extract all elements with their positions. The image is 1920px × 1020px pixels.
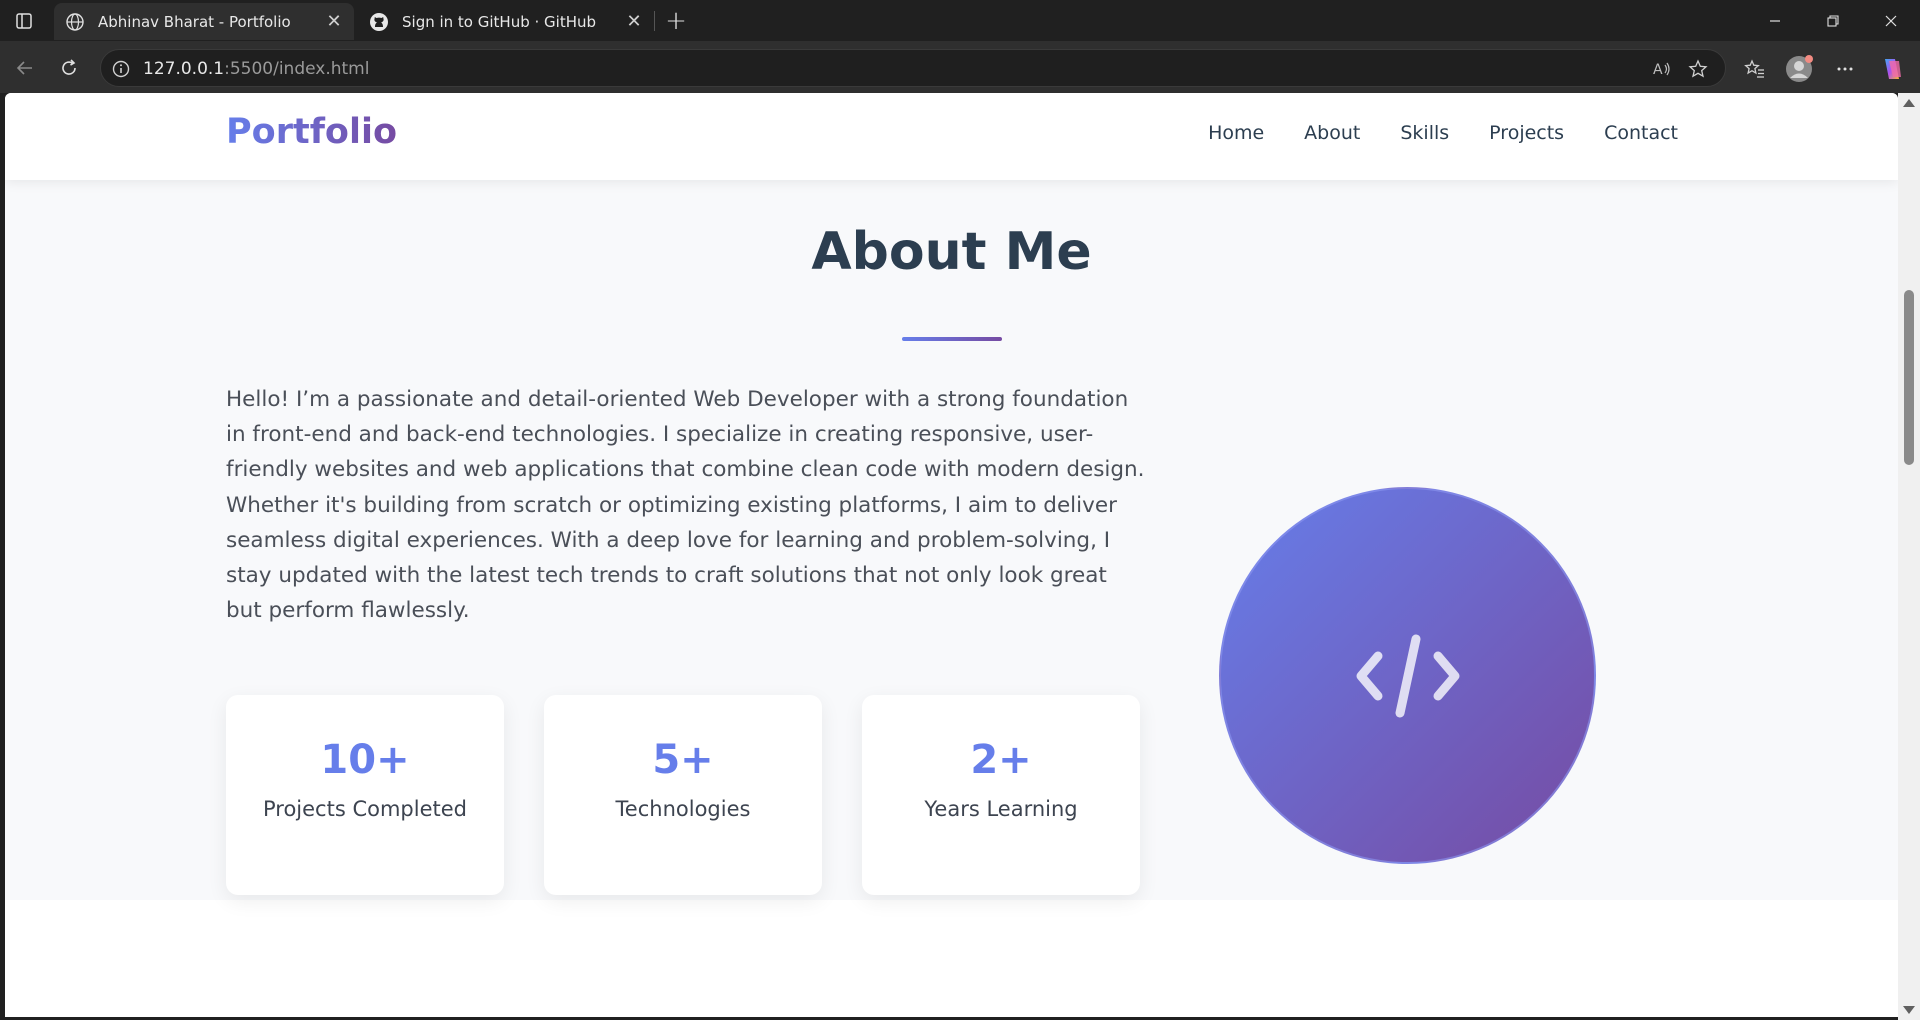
about-paragraph: Hello! I’m a passionate and detail-orien… — [226, 387, 1145, 624]
favorites-icon[interactable] — [1739, 53, 1771, 85]
scroll-down-arrow-icon[interactable] — [1903, 1006, 1915, 1014]
tab-title: Abhinav Bharat - Portfolio — [98, 12, 291, 31]
profile-avatar-icon[interactable] — [1783, 53, 1815, 85]
title-underline — [902, 337, 1002, 341]
nav-link-skills[interactable]: Skills — [1400, 122, 1449, 144]
close-tab-icon[interactable]: ✕ — [620, 8, 648, 36]
new-tab-button[interactable]: + — [660, 6, 692, 36]
site-info-icon[interactable] — [111, 59, 131, 79]
tab-github[interactable]: Sign in to GitHub · GitHub ✕ — [358, 3, 654, 40]
address-bar[interactable]: 127.0.0.1:5500/index.html A — [100, 49, 1726, 87]
about-section: About Me Hello! I’m a passionate and det… — [5, 180, 1898, 900]
about-image-circle — [1219, 487, 1596, 864]
globe-icon — [64, 11, 86, 33]
vertical-scrollbar[interactable] — [1898, 93, 1920, 1020]
nav-link-projects[interactable]: Projects — [1489, 122, 1564, 144]
more-options-icon[interactable] — [1829, 53, 1861, 85]
github-icon — [368, 11, 390, 33]
tab-title: Sign in to GitHub · GitHub — [402, 12, 597, 31]
nav-link-about[interactable]: About — [1304, 122, 1360, 144]
back-arrow-icon[interactable] — [8, 51, 42, 85]
nav-links: Home About Skills Projects Contact — [1208, 122, 1678, 144]
stat-label: Technologies — [615, 797, 751, 821]
close-window-icon[interactable] — [1862, 0, 1920, 41]
stat-value: 2+ — [970, 737, 1032, 783]
stat-value: 10+ — [320, 737, 410, 783]
browser-tab-bar: Abhinav Bharat - Portfolio ✕ Sign in to … — [0, 0, 1920, 41]
copilot-icon[interactable] — [1876, 53, 1908, 85]
stat-card: 2+ Years Learning — [862, 695, 1140, 895]
tab-portfolio[interactable]: Abhinav Bharat - Portfolio ✕ — [54, 3, 354, 40]
stat-card: 10+ Projects Completed — [226, 695, 504, 895]
tab-actions-icon[interactable] — [10, 8, 38, 34]
scrollbar-thumb[interactable] — [1904, 290, 1914, 465]
stat-value: 5+ — [652, 737, 714, 783]
favorite-star-icon[interactable] — [1686, 57, 1710, 81]
read-aloud-icon[interactable]: A — [1650, 57, 1674, 81]
stat-label: Projects Completed — [262, 797, 467, 821]
nav-link-contact[interactable]: Contact — [1604, 122, 1678, 144]
site-navbar: Portfolio Home About Skills Projects Con… — [5, 93, 1898, 180]
url-text: 127.0.0.1:5500/index.html — [143, 59, 370, 79]
section-title: About Me — [811, 222, 1092, 282]
site-logo[interactable]: Portfolio — [226, 112, 397, 152]
stat-label: Years Learning — [924, 797, 1078, 821]
close-tab-icon[interactable]: ✕ — [320, 8, 348, 36]
stats-row: 10+ Projects Completed 5+ Technologies 2… — [226, 695, 1140, 895]
tab-divider — [654, 11, 655, 31]
nav-link-home[interactable]: Home — [1208, 122, 1264, 144]
code-icon — [1356, 634, 1459, 717]
browser-toolbar: 127.0.0.1:5500/index.html A — [0, 41, 1920, 93]
minimize-icon[interactable] — [1746, 0, 1804, 41]
svg-text:A: A — [1653, 62, 1663, 78]
stat-card: 5+ Technologies — [544, 695, 822, 895]
page-viewport: Portfolio Home About Skills Projects Con… — [5, 93, 1898, 1017]
scroll-up-arrow-icon[interactable] — [1903, 99, 1915, 107]
refresh-icon[interactable] — [52, 51, 86, 85]
restore-icon[interactable] — [1804, 0, 1862, 41]
